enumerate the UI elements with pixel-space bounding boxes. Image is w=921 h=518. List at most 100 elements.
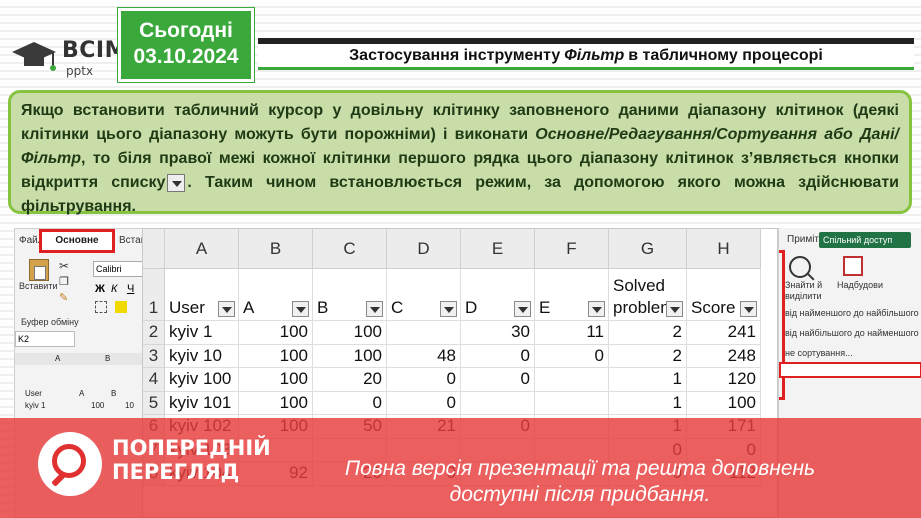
menu-sort-asc[interactable]: від найменшого до найбільшого [785, 308, 919, 318]
table-cell[interactable]: 1 [609, 368, 687, 392]
row-number[interactable]: 1 [143, 269, 165, 321]
filter-dropdown-button[interactable] [514, 301, 531, 317]
preview-title-line1: ПОПЕРЕДНІЙ [112, 436, 271, 460]
table-cell[interactable]: kyiv 1 [165, 321, 239, 345]
share-button[interactable]: Спільний доступ [819, 232, 911, 248]
table-cell[interactable]: 2 [609, 321, 687, 345]
column-header[interactable]: G [609, 229, 687, 269]
select-all-corner[interactable] [143, 229, 165, 269]
filter-dropdown-button[interactable] [588, 301, 605, 317]
mini-cell: kyiv 1 [25, 401, 46, 410]
mini-cell: User [25, 389, 42, 398]
table-cell[interactable]: 120 [687, 368, 761, 392]
mini-col-b: B [105, 354, 111, 363]
table-cell[interactable]: 0 [461, 368, 535, 392]
table-cell[interactable] [387, 321, 461, 345]
title-before: Застосування інструменту [349, 46, 561, 64]
header-cell[interactable]: Solved problem [609, 269, 687, 321]
table-cell[interactable] [461, 391, 535, 415]
header-cell[interactable]: C [387, 269, 461, 321]
table-cell[interactable]: 2 [609, 344, 687, 368]
preview-text-line2: доступні після придбання. [449, 483, 711, 506]
header-cell[interactable]: D [461, 269, 535, 321]
name-box[interactable]: K2 [15, 331, 75, 347]
header-cell[interactable]: Score [687, 269, 761, 321]
table-cell[interactable]: 0 [387, 368, 461, 392]
table-cell[interactable]: 241 [687, 321, 761, 345]
filter-dropdown-button[interactable] [666, 301, 683, 317]
addins-icon[interactable] [843, 256, 863, 276]
paste-icon[interactable] [29, 259, 49, 281]
header-cell-text: A [243, 298, 255, 317]
filter-dropdown-button[interactable] [440, 301, 457, 317]
fill-color-icon[interactable] [115, 301, 127, 313]
addins-label[interactable]: Надбудови [837, 280, 883, 290]
table-cell[interactable] [535, 391, 609, 415]
table-cell[interactable]: 100 [239, 321, 313, 345]
table-cell[interactable]: 20 [313, 368, 387, 392]
table-cell[interactable]: 100 [239, 391, 313, 415]
mini-col-header [15, 353, 149, 365]
bold-button[interactable]: Ж [95, 283, 105, 295]
table-cell[interactable]: 48 [387, 344, 461, 368]
menu-custom-sort[interactable]: не сортування... [785, 348, 853, 358]
table-cell[interactable]: 11 [535, 321, 609, 345]
row-number[interactable]: 3 [143, 344, 165, 368]
header-cell[interactable]: E [535, 269, 609, 321]
table-cell[interactable]: kyiv 100 [165, 368, 239, 392]
mini-cell: 100 [91, 401, 105, 410]
column-header[interactable]: A [165, 229, 239, 269]
table-cell[interactable]: 0 [387, 391, 461, 415]
header-cell[interactable]: A [239, 269, 313, 321]
format-painter-icon[interactable]: ✎ [59, 291, 68, 304]
table-cell[interactable]: 0 [535, 344, 609, 368]
copy-icon[interactable]: ❐ [59, 275, 69, 288]
preview-text-line1: Повна версія презентації та решта доповн… [344, 457, 816, 480]
column-header[interactable]: E [461, 229, 535, 269]
italic-button[interactable]: К [111, 283, 117, 295]
title-emph: Фільтр [564, 46, 625, 64]
column-header[interactable]: H [687, 229, 761, 269]
table-cell[interactable]: 30 [461, 321, 535, 345]
column-header[interactable]: C [313, 229, 387, 269]
tab-home[interactable]: Основне [39, 229, 115, 253]
column-header[interactable]: B [239, 229, 313, 269]
table-cell[interactable]: 0 [461, 344, 535, 368]
table-cell[interactable]: 1 [609, 391, 687, 415]
column-header[interactable]: D [387, 229, 461, 269]
filter-dropdown-button[interactable] [740, 301, 757, 317]
borders-icon[interactable] [95, 301, 107, 313]
filter-dropdown-button[interactable] [292, 301, 309, 317]
filter-dropdown-button[interactable] [218, 301, 235, 317]
table-cell[interactable]: 100 [313, 321, 387, 345]
mini-col-a: A [55, 354, 61, 363]
table-cell[interactable]: 100 [313, 344, 387, 368]
table-cell[interactable]: 248 [687, 344, 761, 368]
row-number[interactable]: 2 [143, 321, 165, 345]
header-cell[interactable]: User [165, 269, 239, 321]
table-cell[interactable]: 100 [239, 368, 313, 392]
table-cell[interactable]: 100 [239, 344, 313, 368]
row-number[interactable]: 5 [143, 391, 165, 415]
column-header[interactable]: F [535, 229, 609, 269]
header-cell[interactable]: B [313, 269, 387, 321]
menu-filter-highlight[interactable] [779, 362, 921, 378]
table-cell[interactable]: 0 [313, 391, 387, 415]
underline-button[interactable]: Ч [127, 283, 134, 295]
clipboard-group-label: Буфер обміну [21, 317, 79, 327]
mini-cell: A [79, 389, 85, 398]
menu-sort-desc[interactable]: від найбільшого до найменшого [785, 328, 919, 338]
font-name-field[interactable]: Calibri [93, 261, 149, 277]
find-select-label[interactable]: Знайти й виділити [785, 280, 825, 302]
header-cell-text: User [169, 298, 205, 317]
table-cell[interactable] [535, 368, 609, 392]
table-cell[interactable]: kyiv 101 [165, 391, 239, 415]
scissors-icon[interactable]: ✂ [59, 259, 69, 273]
table-cell[interactable]: 100 [687, 391, 761, 415]
search-icon[interactable] [789, 256, 811, 278]
table-cell[interactable]: kyiv 10 [165, 344, 239, 368]
paste-label[interactable]: Вставити [19, 281, 58, 291]
filter-dropdown-button[interactable] [366, 301, 383, 317]
header-cell-text: E [539, 298, 551, 317]
row-number[interactable]: 4 [143, 368, 165, 392]
